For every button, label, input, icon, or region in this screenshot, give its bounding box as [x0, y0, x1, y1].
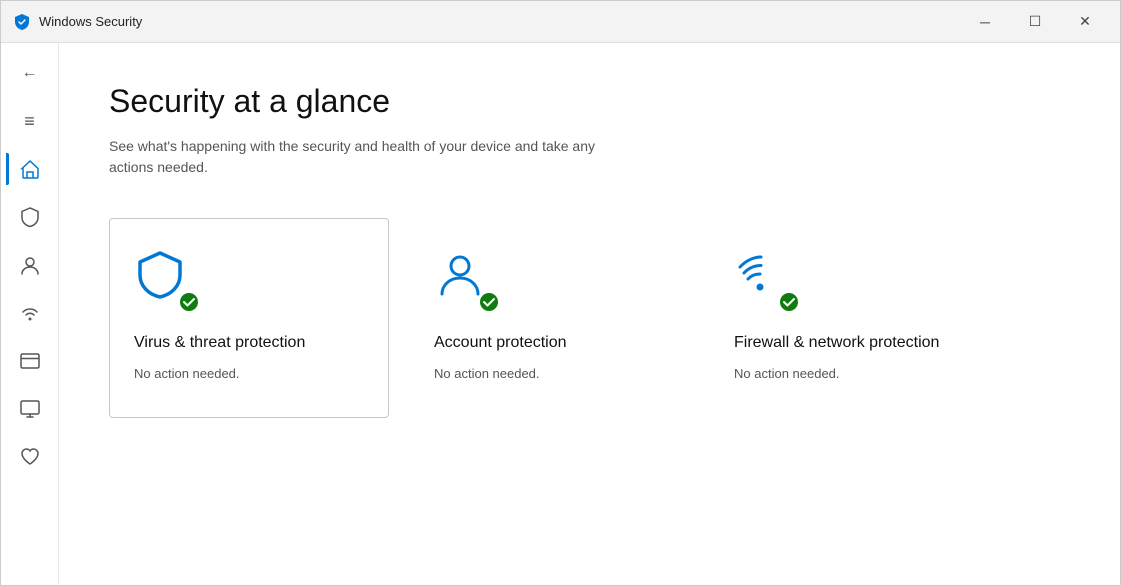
title-bar: Windows Security ─ ☐ ✕ [1, 1, 1120, 43]
app-title: Windows Security [39, 14, 142, 29]
sidebar-item-app[interactable] [6, 339, 54, 383]
monitor-nav-icon [19, 398, 41, 420]
sidebar-item-virus[interactable] [6, 195, 54, 239]
heart-nav-icon [19, 446, 41, 468]
sidebar-item-firewall[interactable] [6, 291, 54, 335]
back-button[interactable]: ← [6, 51, 54, 95]
sidebar: ← ≡ [1, 43, 59, 585]
app-body: ← ≡ [1, 43, 1120, 585]
maximize-button[interactable]: ☐ [1012, 7, 1058, 37]
cards-grid: Virus & threat protection No action need… [109, 218, 1070, 418]
close-button[interactable]: ✕ [1062, 7, 1108, 37]
sidebar-item-account[interactable] [6, 243, 54, 287]
card-icon-area-firewall [734, 249, 798, 313]
card-icon-area-virus [134, 249, 198, 313]
title-bar-controls: ─ ☐ ✕ [962, 7, 1108, 37]
hamburger-icon: ≡ [24, 111, 35, 132]
menu-button[interactable]: ≡ [6, 99, 54, 143]
card-title-virus: Virus & threat protection [134, 333, 364, 354]
sidebar-item-home[interactable] [6, 147, 54, 191]
card-status-account: No action needed. [434, 366, 664, 381]
card-account-protection[interactable]: Account protection No action needed. [409, 218, 689, 418]
back-icon: ← [22, 64, 38, 82]
shield-nav-icon [19, 206, 41, 228]
page-title: Security at a glance [109, 83, 1070, 120]
card-icon-area-account [434, 249, 498, 313]
check-badge-firewall [778, 291, 800, 313]
title-bar-left: Windows Security [13, 13, 142, 31]
wifi-nav-icon [19, 302, 41, 324]
sidebar-item-health[interactable] [6, 435, 54, 479]
sidebar-item-device[interactable] [6, 387, 54, 431]
card-virus-threat[interactable]: Virus & threat protection No action need… [109, 218, 389, 418]
card-firewall-network[interactable]: Firewall & network protection No action … [709, 218, 989, 418]
check-badge-account [478, 291, 500, 313]
app-icon [13, 13, 31, 31]
minimize-button[interactable]: ─ [962, 7, 1008, 37]
window-nav-icon [19, 350, 41, 372]
person-nav-icon [19, 254, 41, 276]
main-content: Security at a glance See what's happenin… [59, 43, 1120, 585]
home-icon [19, 158, 41, 180]
card-status-firewall: No action needed. [734, 366, 964, 381]
check-badge-virus [178, 291, 200, 313]
card-title-account: Account protection [434, 333, 664, 354]
card-status-virus: No action needed. [134, 366, 364, 381]
page-subtitle: See what's happening with the security a… [109, 136, 629, 178]
card-title-firewall: Firewall & network protection [734, 333, 964, 354]
